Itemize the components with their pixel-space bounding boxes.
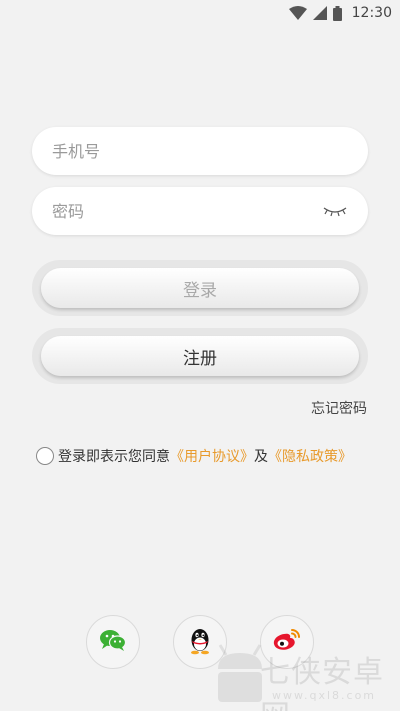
weibo-icon (272, 627, 302, 657)
status-time: 12:30 (351, 5, 392, 21)
qq-login-button[interactable] (173, 615, 227, 669)
wechat-icon (99, 628, 127, 656)
agreement-conjunction: 及 (254, 449, 268, 465)
watermark-url: www.qxl8.com (272, 689, 377, 702)
login-button[interactable]: 登录 (41, 268, 359, 308)
qq-icon (188, 625, 212, 659)
privacy-policy-link[interactable]: 《隐私政策》 (268, 446, 352, 466)
phone-input[interactable] (52, 141, 348, 161)
phone-field-container (32, 127, 368, 175)
password-field-container (32, 187, 368, 235)
agreement-row: 登录即表示您同意 《用户协议》 及 《隐私政策》 (36, 446, 372, 466)
wifi-icon (288, 6, 307, 20)
user-agreement-link[interactable]: 《用户协议》 (170, 446, 254, 466)
agreement-prefix: 登录即表示您同意 (58, 449, 170, 465)
wechat-login-button[interactable] (86, 615, 140, 669)
cell-signal-icon (312, 6, 327, 20)
login-button-track: 登录 (32, 260, 368, 316)
battery-icon (332, 5, 342, 21)
register-button-track: 注册 (32, 328, 368, 384)
eye-closed-icon[interactable] (322, 203, 348, 219)
weibo-login-button[interactable] (260, 615, 314, 669)
register-button[interactable]: 注册 (41, 336, 359, 376)
agreement-checkbox[interactable] (36, 447, 54, 465)
status-bar: 12:30 (0, 0, 400, 26)
forgot-password-link[interactable]: 忘记密码 (311, 398, 367, 418)
password-input[interactable] (52, 201, 322, 221)
